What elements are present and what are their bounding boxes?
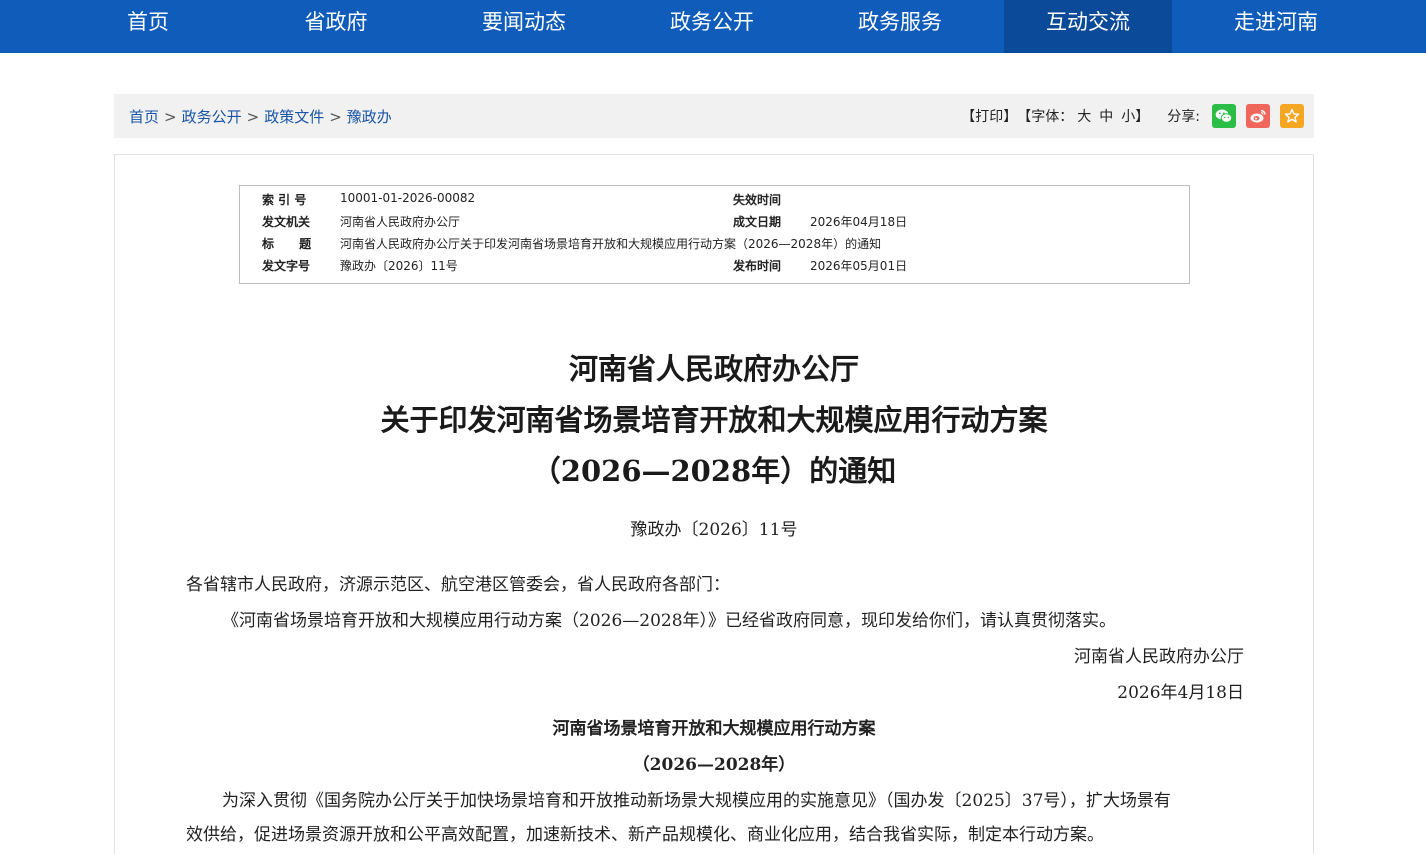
signature: 河南省人民政府办公厅 — [1074, 647, 1244, 667]
made-date-value: 2026年04月18日 — [810, 215, 908, 229]
nav-interaction[interactable]: 互动交流 — [1004, 0, 1172, 53]
breadcrumb-gov-affairs-open[interactable]: 政务公开 — [182, 108, 242, 126]
plan-title: 河南省场景培育开放和大规模应用行动方案 — [552, 719, 876, 739]
title-label: 标 题 — [262, 237, 312, 251]
body-paragraph: 《河南省场景培育开放和大规模应用行动方案（2026—2028年）》已经省政府同意… — [222, 611, 1117, 631]
breadcrumb-bar: 首页 > 政务公开 > 政策文件 > 豫政办 【打印】 【字体： 大 中 小 】 分享: — [114, 94, 1314, 138]
font-size-large-button[interactable]: 大 — [1077, 106, 1091, 126]
breadcrumb-policy-docs[interactable]: 政策文件 — [264, 108, 324, 126]
nav-news[interactable]: 要闻动态 — [440, 0, 608, 53]
font-size-small-button[interactable]: 小 — [1121, 106, 1135, 126]
favorite-star-icon — [1284, 108, 1300, 123]
breadcrumb-separator: > — [246, 108, 260, 126]
nav-home[interactable]: 首页 — [64, 0, 232, 53]
font-size-close: 】 — [1135, 109, 1150, 125]
weibo-share-button[interactable] — [1246, 104, 1270, 128]
made-date-label: 成文日期 — [733, 215, 782, 229]
print-button[interactable]: 【打印】 — [961, 106, 1017, 126]
plan-subtitle: （2026—2028年） — [632, 755, 796, 775]
body-paragraph: 为深入贯彻《国务院办公厅关于加快场景培育和开放推动新场景大规模应用的实施意见》（… — [222, 791, 1171, 811]
nav-about-henan[interactable]: 走进河南 — [1192, 0, 1360, 53]
article-title-line: 关于印发河南省场景培育开放和大规模应用行动方案 — [380, 403, 1048, 437]
index-value: 10001-01-2026-00082 — [340, 191, 476, 205]
breadcrumb-separator: > — [164, 108, 177, 126]
addressee: 各省辖市人民政府，济源示范区、航空港区管委会，省人民政府各部门： — [186, 575, 730, 595]
font-size-label: 【字体： — [1017, 109, 1074, 125]
publish-date-value: 2026年05月01日 — [810, 259, 908, 273]
breadcrumb-yuzhengban[interactable]: 豫政办 — [347, 108, 392, 126]
favorite-button[interactable] — [1280, 104, 1304, 128]
wechat-icon — [1215, 109, 1233, 123]
breadcrumb-separator: > — [329, 108, 342, 126]
info-row: 标 题 河南省人民政府办公厅关于印发河南省场景培育开放和大规模应用行动方案（20… — [240, 235, 1189, 257]
info-row: 索 引 号 10001-01-2026-00082 失效时间 — [240, 191, 1189, 213]
font-size-medium-button[interactable]: 中 — [1099, 106, 1113, 126]
nav-gov-affairs-open[interactable]: 政务公开 — [628, 0, 796, 53]
document-info-table: 索 引 号 10001-01-2026-00082 失效时间 发文机关 河南省人… — [239, 185, 1190, 284]
wechat-share-button[interactable] — [1212, 104, 1236, 128]
share-label: 分享: — [1167, 109, 1200, 125]
doc-number: 豫政办〔2026〕11号 — [630, 520, 798, 540]
doc-number-label: 发文字号 — [262, 259, 311, 273]
weibo-icon — [1250, 109, 1266, 123]
expire-label: 失效时间 — [733, 193, 782, 207]
breadcrumb-home[interactable]: 首页 — [129, 108, 159, 126]
title-value: 河南省人民政府办公厅关于印发河南省场景培育开放和大规模应用行动方案（2026—2… — [340, 237, 882, 251]
doc-number-value: 豫政办〔2026〕11号 — [340, 259, 458, 273]
sign-date: 2026年4月18日 — [1117, 683, 1244, 703]
publish-date-label: 发布时间 — [733, 259, 782, 273]
info-row: 发文字号 豫政办〔2026〕11号 发布时间 2026年05月01日 — [240, 257, 1189, 279]
index-label: 索 引 号 — [262, 193, 307, 207]
article-title-line: 河南省人民政府办公厅 — [568, 352, 859, 386]
article-title-line: （2026—2028年）的通知 — [531, 454, 897, 488]
info-row: 发文机关 河南省人民政府办公厅 成文日期 2026年04月18日 — [240, 213, 1189, 235]
page-tools: 【打印】 【字体： 大 中 小 】 分享: — [961, 102, 1304, 130]
issuer-value: 河南省人民政府办公厅 — [340, 215, 461, 229]
top-nav: 首页 省政府 要闻动态 政务公开 政务服务 互动交流 走进河南 — [0, 0, 1426, 53]
issuer-label: 发文机关 — [262, 215, 311, 229]
nav-gov-services[interactable]: 政务服务 — [816, 0, 984, 53]
nav-provincial-gov[interactable]: 省政府 — [252, 0, 420, 53]
breadcrumb: 首页 > 政务公开 > 政策文件 > 豫政办 — [129, 106, 392, 127]
